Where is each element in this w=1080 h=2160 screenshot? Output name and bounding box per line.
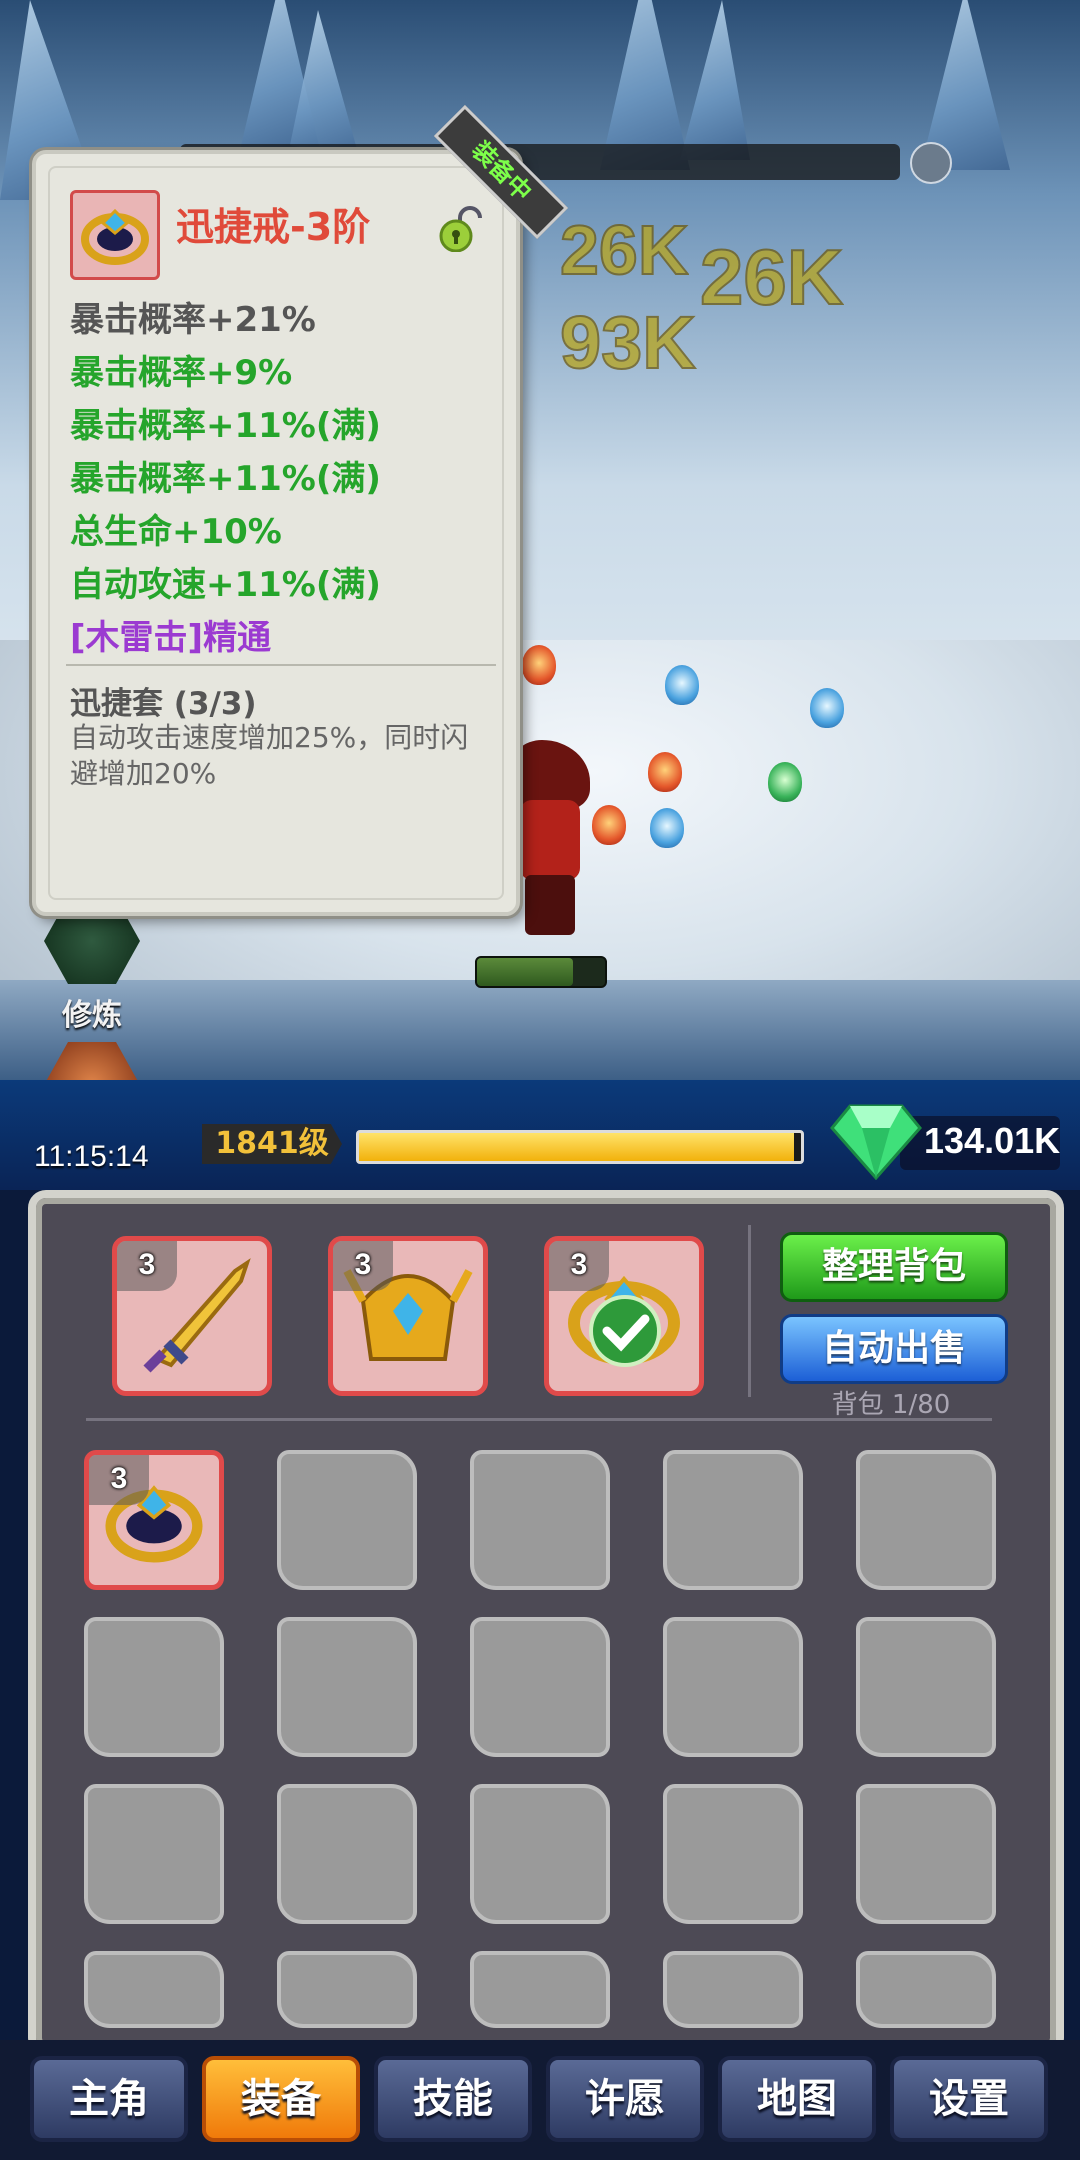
stat-line: 暴击概率+9% — [70, 353, 293, 393]
ring-icon — [70, 190, 160, 280]
item-level: 3 — [549, 1241, 609, 1291]
item-level: 3 — [117, 1241, 177, 1291]
empty-bag-slot[interactable] — [277, 1784, 417, 1924]
fire-orb — [522, 645, 556, 685]
damage-number: 26K — [699, 232, 844, 322]
empty-bag-slot[interactable] — [84, 1951, 224, 2028]
empty-bag-slot[interactable] — [856, 1784, 996, 1924]
tab-equipment[interactable]: 装备 — [202, 2056, 360, 2142]
empty-bag-slot[interactable] — [277, 1951, 417, 2028]
ice-orb — [810, 688, 844, 728]
boost-timer: 11:15:14 — [34, 1140, 149, 1173]
auto-sell-button[interactable]: 自动出售 — [780, 1314, 1008, 1384]
xp-bar — [356, 1130, 804, 1164]
divider — [66, 664, 496, 666]
item-level: 3 — [333, 1241, 393, 1291]
item-tooltip: 迅捷戒-3阶 暴击概率+21% 暴击概率+9% 暴击概率+11%(满) 暴击概率… — [32, 150, 520, 916]
empty-bag-slot[interactable] — [663, 1784, 803, 1924]
bag-capacity: 背包 1/80 — [831, 1390, 951, 1420]
checkmark-icon — [589, 1295, 661, 1367]
wood-orb — [768, 762, 802, 802]
bag-item-slot[interactable]: 3 — [84, 1450, 224, 1590]
tab-settings[interactable]: 设置 — [890, 2056, 1048, 2142]
empty-bag-slot[interactable] — [84, 1617, 224, 1757]
empty-bag-slot[interactable] — [470, 1951, 610, 2028]
damage-number: 93K — [559, 300, 697, 385]
empty-bag-slot[interactable] — [277, 1450, 417, 1590]
empty-bag-slot[interactable] — [663, 1951, 803, 2028]
equipped-helmet-slot[interactable]: 3 — [328, 1236, 488, 1396]
empty-bag-slot[interactable] — [470, 1450, 610, 1590]
empty-bag-slot[interactable] — [856, 1450, 996, 1590]
empty-bag-slot[interactable] — [84, 1784, 224, 1924]
stat-line: 暴击概率+11%(满) — [70, 406, 381, 446]
hero-health-bar — [475, 956, 607, 988]
divider — [86, 1418, 992, 1421]
tab-wish[interactable]: 许愿 — [546, 2056, 704, 2142]
empty-bag-slot[interactable] — [856, 1951, 996, 2028]
item-level: 3 — [89, 1455, 149, 1505]
stat-line: 自动攻速+11%(满) — [70, 565, 381, 605]
set-title: 迅捷套 (3/3) — [70, 686, 257, 722]
ice-orb — [665, 665, 699, 705]
damage-number: 26K — [559, 210, 689, 290]
equipped-ring-slot[interactable]: 3 — [544, 1236, 704, 1396]
ice-orb — [650, 808, 684, 848]
tab-skills[interactable]: 技能 — [374, 2056, 532, 2142]
level-badge: 1841级 — [202, 1124, 342, 1164]
tab-hero[interactable]: 主角 — [30, 2056, 188, 2142]
gem-count: 134.01K — [924, 1120, 1061, 1161]
stat-line: 总生命+10% — [70, 512, 282, 552]
stat-line: 暴击概率+21% — [70, 300, 316, 340]
divider — [748, 1225, 751, 1397]
sort-bag-button[interactable]: 整理背包 — [780, 1232, 1008, 1302]
empty-bag-slot[interactable] — [663, 1617, 803, 1757]
empty-bag-slot[interactable] — [856, 1617, 996, 1757]
empty-bag-slot[interactable] — [470, 1617, 610, 1757]
empty-bag-slot[interactable] — [663, 1450, 803, 1590]
mastery-line: [木雷击]精通 — [70, 618, 272, 658]
cultivate-label: 修炼 — [62, 998, 122, 1033]
item-title: 迅捷戒-3阶 — [176, 205, 371, 249]
empty-bag-slot[interactable] — [277, 1617, 417, 1757]
tab-map[interactable]: 地图 — [718, 2056, 876, 2142]
set-description: 自动攻击速度增加25%，同时闪避增加20% — [70, 721, 469, 790]
boss-icon — [910, 142, 952, 184]
lock-icon[interactable] — [438, 206, 484, 253]
empty-bag-slot[interactable] — [470, 1784, 610, 1924]
stat-line: 暴击概率+11%(满) — [70, 459, 381, 499]
gem-icon — [830, 1100, 922, 1181]
equipped-weapon-slot[interactable]: 3 — [112, 1236, 272, 1396]
fire-orb — [592, 805, 626, 845]
fire-orb — [648, 752, 682, 792]
